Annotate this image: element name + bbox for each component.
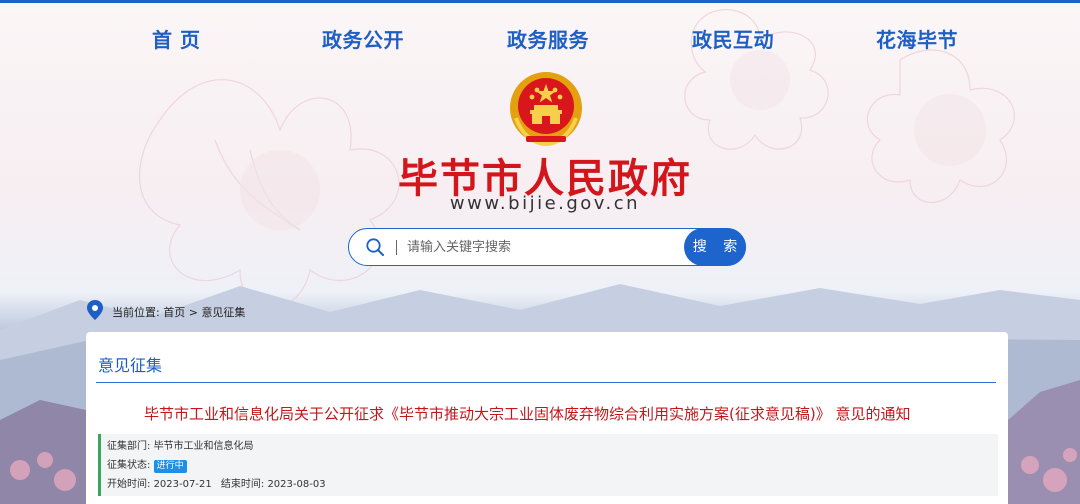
end-date: 2023-08-03 xyxy=(267,479,326,490)
top-accent-line xyxy=(0,0,1080,3)
department-row: 征集部门: 毕节市工业和信息化局 xyxy=(107,437,254,452)
breadcrumb-home-link[interactable]: 首页 xyxy=(163,306,185,319)
breadcrumb-prefix: 当前位置: xyxy=(112,306,160,319)
panel-divider xyxy=(96,382,996,383)
status-label: 征集状态: xyxy=(107,460,151,471)
search-icon[interactable] xyxy=(365,237,385,257)
breadcrumb-trail: 当前位置: 首页 > 意见征集 xyxy=(112,304,245,320)
breadcrumb-separator: > xyxy=(188,306,198,319)
national-emblem-icon xyxy=(510,72,582,146)
search-separator xyxy=(396,240,397,255)
department-label: 征集部门: xyxy=(107,441,151,452)
nav-item-gov-services[interactable]: 政务服务 xyxy=(507,24,589,53)
nav-item-bijie-flowers[interactable]: 花海毕节 xyxy=(876,24,958,53)
nav-item-public-interaction[interactable]: 政民互动 xyxy=(692,24,774,53)
breadcrumb-current: 意见征集 xyxy=(201,306,246,319)
status-badge: 进行中 xyxy=(153,460,187,473)
panel-title: 意见征集 xyxy=(98,356,163,375)
status-row: 征集状态: 进行中 xyxy=(107,456,187,473)
notice-title-link[interactable]: 毕节市工业和信息化局关于公开征求《毕节市推动大宗工业固体废弃物综合利用实施方案(… xyxy=(144,403,964,424)
location-pin-icon xyxy=(87,300,103,320)
end-label: 结束时间: xyxy=(220,479,265,490)
main-nav: 首 页 政务公开 政务服务 政民互动 花海毕节 xyxy=(0,24,1080,54)
start-label: 开始时间: xyxy=(107,479,151,490)
site-url: www.bijie.gov.cn xyxy=(449,193,641,214)
search-input[interactable] xyxy=(407,235,677,259)
department-value: 毕节市工业和信息化局 xyxy=(153,441,254,452)
content-panel: 意见征集 毕节市工业和信息化局关于公开征求《毕节市推动大宗工业固体废弃物综合利用… xyxy=(86,332,1008,504)
search-bar: 搜 索 xyxy=(348,228,746,266)
search-button[interactable]: 搜 索 xyxy=(684,228,746,266)
date-row: 开始时间: 2023-07-21 结束时间: 2023-08-03 xyxy=(107,475,326,490)
consultation-info: 征集部门: 毕节市工业和信息化局 征集状态: 进行中 开始时间: 2023-07… xyxy=(98,434,998,496)
start-date: 2023-07-21 xyxy=(153,479,212,490)
nav-item-home[interactable]: 首 页 xyxy=(152,24,200,53)
nav-item-gov-affairs-disclosure[interactable]: 政务公开 xyxy=(322,24,404,53)
